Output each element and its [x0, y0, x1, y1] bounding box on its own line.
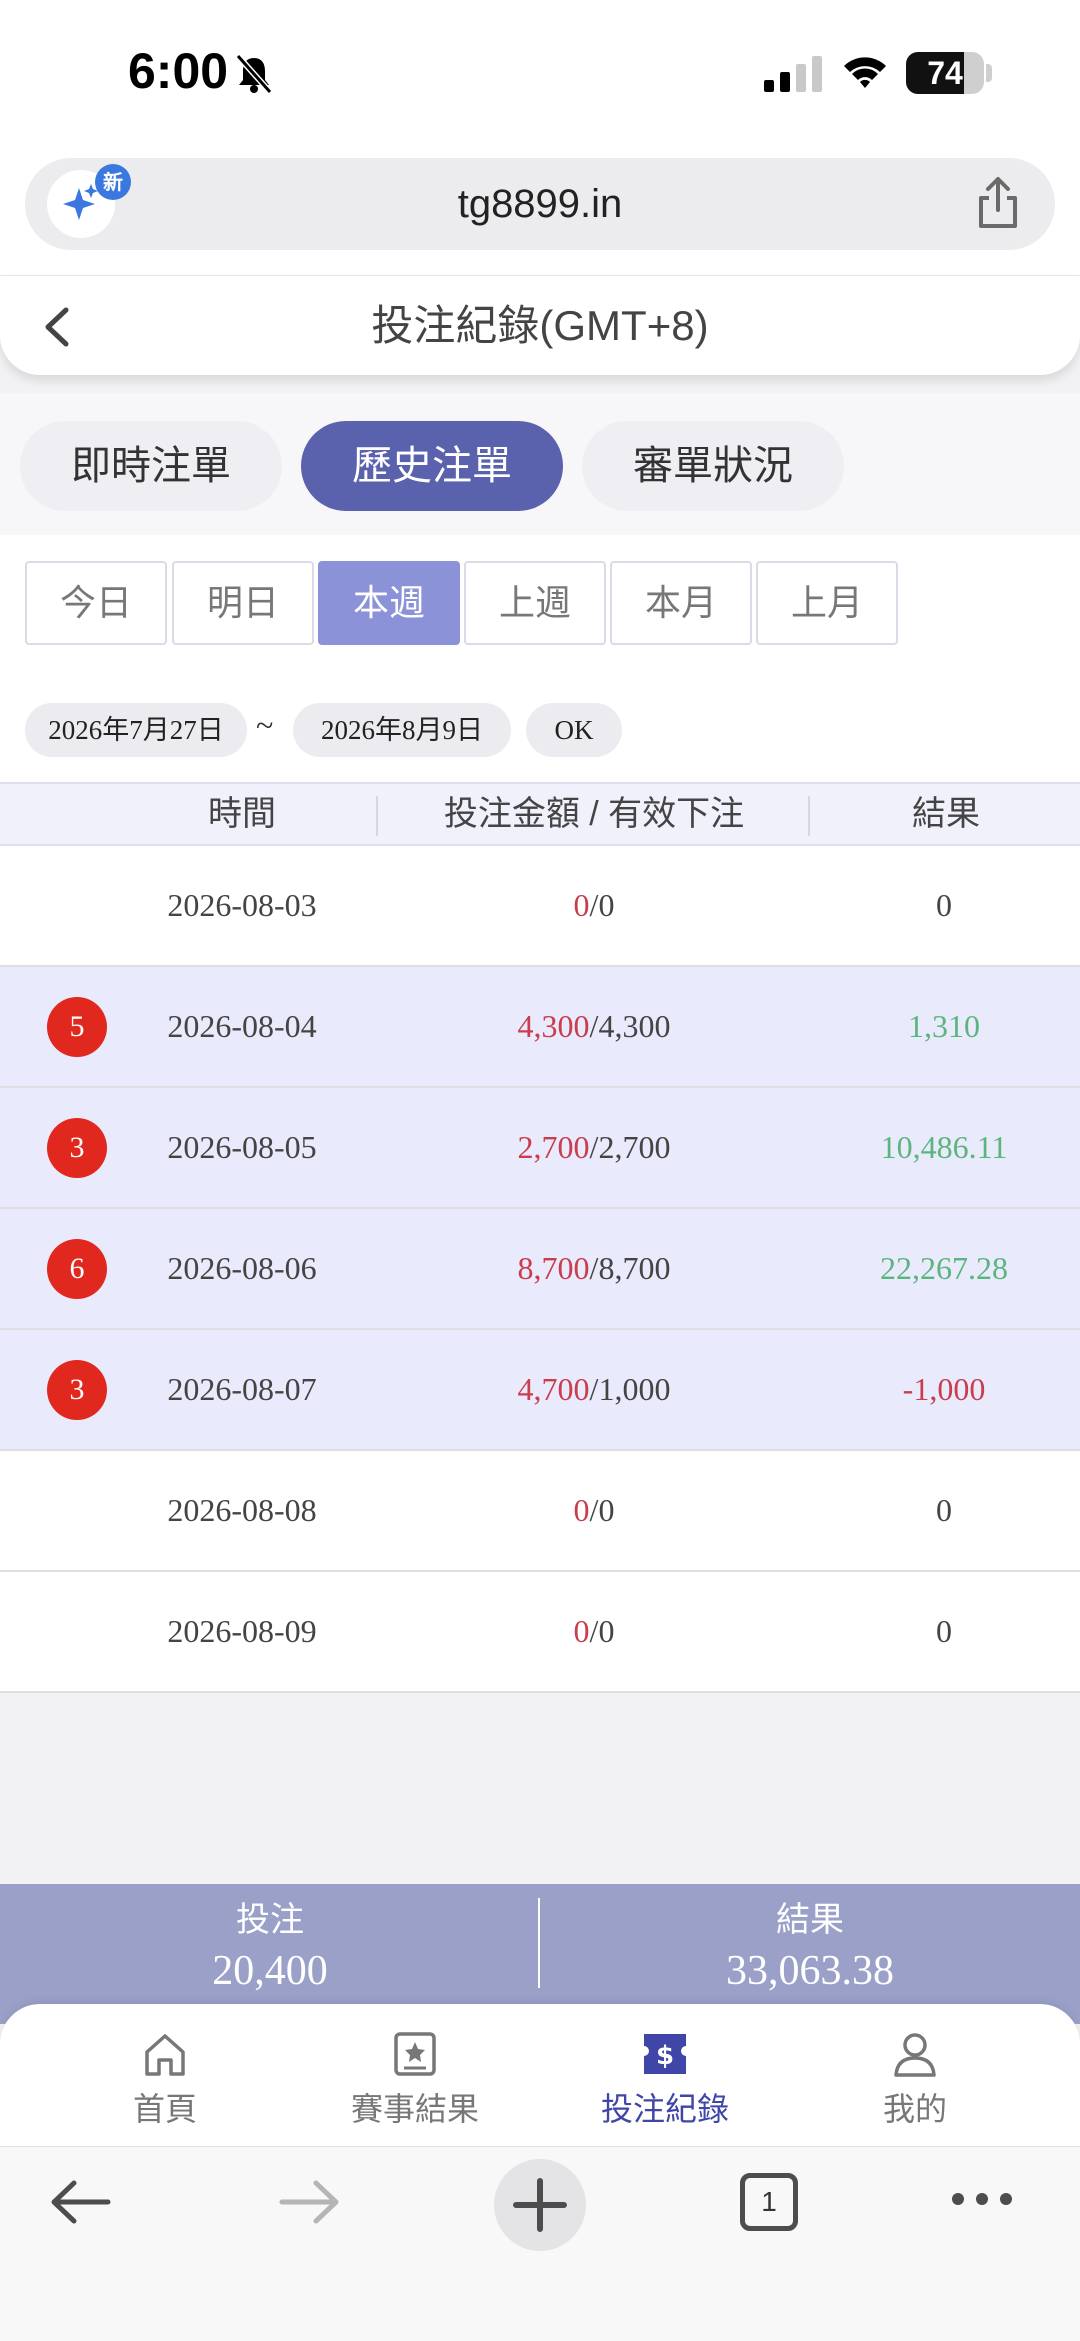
cellular-signal-icon	[764, 56, 822, 92]
row-result: 0	[936, 1613, 952, 1649]
row-result: 22,267.28	[880, 1250, 1008, 1286]
browser-forward-icon[interactable]	[276, 2177, 342, 2227]
new-tab-button[interactable]	[494, 2159, 586, 2251]
range-last-week-button[interactable]: 上週	[464, 561, 606, 645]
clock: 6:00	[128, 43, 229, 99]
date-separator: ~	[256, 707, 274, 743]
range-tomorrow-button[interactable]: 明日	[172, 561, 314, 645]
plus-icon	[513, 2178, 567, 2232]
row-bet-amount: 0	[573, 887, 590, 923]
row-valid-bet: 8,700	[598, 1250, 671, 1286]
row-valid-bet: 1,000	[598, 1371, 671, 1407]
home-icon	[145, 2034, 185, 2076]
status-bar: 6:00 74	[0, 0, 1080, 140]
nav-profile-label: 我的	[882, 2091, 947, 2127]
table-row[interactable]: 6 2026-08-06 8,700/8,700 22,267.28	[0, 1209, 1080, 1330]
table-row[interactable]: 2026-08-08 0/0 0	[0, 1451, 1080, 1572]
row-valid-bet: 0	[598, 887, 615, 923]
start-date-picker[interactable]: 2026年7月27日	[25, 703, 247, 757]
address-bar[interactable]: 新 tg8899.in	[25, 158, 1055, 250]
summary-result: 結果 33,063.38	[540, 1884, 1080, 1995]
browser-address-area: 新 tg8899.in	[0, 140, 1080, 275]
row-result: 1,310	[908, 1008, 980, 1044]
column-divider	[376, 796, 378, 836]
page-title: 投注紀錄(GMT+8)	[371, 302, 709, 349]
bet-records-list: 2026-08-03 0/0 0 5 2026-08-04 4,300/4,300 1,31…	[0, 846, 1080, 1693]
tabs-button[interactable]: 1	[740, 2173, 798, 2231]
row-amount: 8,700/8,700	[517, 1250, 671, 1286]
battery-percent: 74	[927, 55, 963, 91]
column-result: 結果	[912, 795, 980, 833]
nav-match-results-label: 賽事結果	[350, 2091, 479, 2127]
summary-result-value: 33,063.38	[726, 1948, 894, 1994]
summary-bet-label: 投注	[236, 1901, 304, 1939]
battery-tip	[986, 64, 992, 82]
date-filter-area: 今日 明日 本週 上週 本月 上月 2026年7月27日 ~ 2026年8月9日…	[0, 535, 1080, 785]
table-row[interactable]: 5 2026-08-04 4,300/4,300 1,310	[0, 967, 1080, 1088]
range-last-month-button[interactable]: 上月	[756, 561, 898, 645]
nav-match-results[interactable]: 賽事結果	[315, 2028, 515, 2130]
tab-history-orders[interactable]: 歷史注單	[301, 421, 563, 511]
column-time: 時間	[208, 795, 276, 833]
row-bet-amount: 2,700	[517, 1129, 590, 1165]
page-header: 投注紀錄(GMT+8)	[0, 275, 1080, 375]
ok-button[interactable]: OK	[526, 703, 622, 757]
nav-home[interactable]: 首頁	[65, 2028, 265, 2130]
column-amount: 投注金額 / 有效下注	[443, 795, 745, 833]
wifi-icon	[844, 57, 886, 88]
row-bet-amount: 0	[573, 1492, 590, 1528]
summary-bar: 投注 20,400 結果 33,063.38	[0, 1884, 1080, 2024]
row-valid-bet: 4,300	[598, 1008, 671, 1044]
row-bet-amount: 8,700	[517, 1250, 590, 1286]
nav-bet-records-label: 投注紀錄	[600, 2091, 729, 2127]
table-row[interactable]: 3 2026-08-05 2,700/2,700 10,486.11	[0, 1088, 1080, 1209]
table-header: 時間 投注金額 / 有效下注 結果	[0, 782, 1080, 846]
order-type-tabs: 即時注單 歷史注單 審單狀況	[0, 393, 1080, 535]
row-result: 0	[936, 887, 952, 923]
row-amount: 0/0	[573, 1613, 615, 1649]
table-row[interactable]: 3 2026-08-07 4,700/1,000 -1,000	[0, 1330, 1080, 1451]
browser-toolbar: 1	[0, 2146, 1080, 2341]
range-today-button[interactable]: 今日	[25, 561, 167, 645]
bottom-navigation: 首頁 賽事結果 $ 投注紀錄 我的	[0, 2004, 1080, 2146]
svg-text:$: $	[656, 2041, 674, 2071]
browser-back-icon[interactable]	[48, 2177, 114, 2227]
row-result: 10,486.11	[880, 1129, 1008, 1165]
more-dots-icon[interactable]	[950, 2189, 1014, 2209]
tab-review-status[interactable]: 審單狀況	[582, 421, 844, 511]
end-date-picker[interactable]: 2026年8月9日	[293, 703, 511, 757]
summary-bet-value: 20,400	[212, 1948, 328, 1994]
row-amount: 0/0	[573, 887, 615, 923]
row-valid-bet: 0	[598, 1492, 615, 1528]
row-bet-amount: 0	[573, 1613, 590, 1649]
bell-muted-icon	[235, 54, 273, 94]
nav-bet-records[interactable]: $ 投注紀錄	[565, 2028, 765, 2130]
url-text[interactable]: tg8899.in	[25, 158, 1055, 250]
star-board-icon	[394, 2032, 436, 2076]
summary-result-label: 結果	[776, 1901, 844, 1939]
row-bet-amount: 4,300	[517, 1008, 590, 1044]
share-icon[interactable]	[975, 176, 1021, 230]
range-this-month-button[interactable]: 本月	[610, 561, 752, 645]
row-amount: 0/0	[573, 1492, 615, 1528]
summary-bet: 投注 20,400	[0, 1884, 540, 1995]
row-valid-bet: 2,700	[598, 1129, 671, 1165]
nav-home-label: 首頁	[132, 2091, 197, 2127]
user-icon	[894, 2033, 936, 2077]
row-valid-bet: 0	[598, 1613, 615, 1649]
tab-live-orders[interactable]: 即時注單	[20, 421, 282, 511]
dollar-ticket-icon: $	[644, 2034, 686, 2074]
table-row[interactable]: 2026-08-03 0/0 0	[0, 846, 1080, 967]
row-amount: 4,700/1,000	[517, 1371, 671, 1407]
row-result: -1,000	[902, 1371, 986, 1407]
row-result: 0	[936, 1492, 952, 1528]
range-this-week-button[interactable]: 本週	[318, 561, 460, 645]
row-amount: 2,700/2,700	[517, 1129, 671, 1165]
nav-profile[interactable]: 我的	[815, 2028, 1015, 2130]
row-bet-amount: 4,700	[517, 1371, 590, 1407]
table-row[interactable]: 2026-08-09 0/0 0	[0, 1572, 1080, 1693]
row-amount: 4,300/4,300	[517, 1008, 671, 1044]
column-divider	[808, 796, 810, 836]
battery-indicator: 74	[906, 52, 984, 94]
